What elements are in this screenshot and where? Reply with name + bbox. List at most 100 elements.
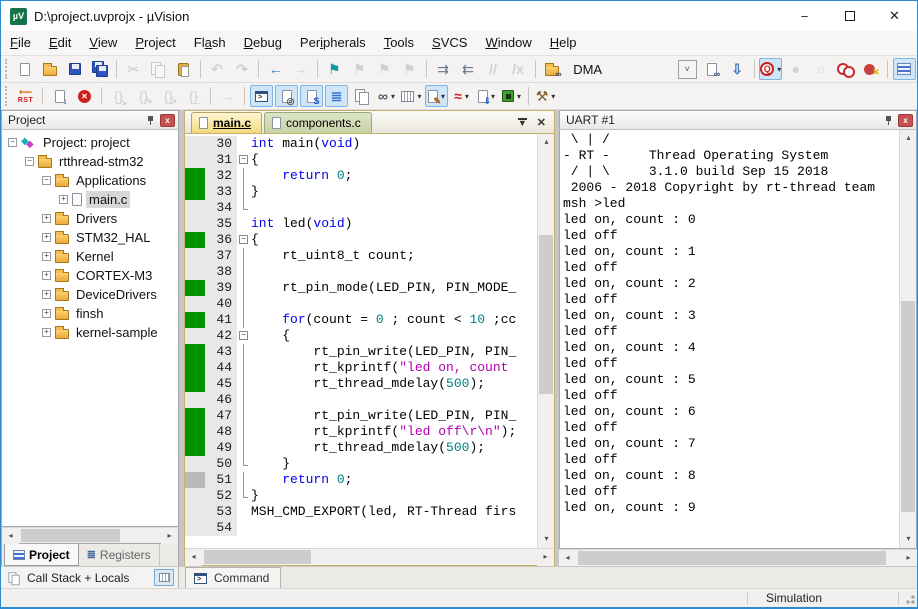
editor-vscrollbar[interactable]: ▴ ▾ xyxy=(537,134,554,548)
menu-svcs[interactable]: SVCS xyxy=(423,31,476,55)
unindent-button[interactable]: ⇇ xyxy=(457,58,480,80)
command-tab[interactable]: Command xyxy=(185,567,281,588)
tree-item-drivers[interactable]: +Drivers xyxy=(2,209,178,228)
tree-expander[interactable]: − xyxy=(42,176,51,185)
tree-expander[interactable]: + xyxy=(42,233,51,242)
fold-margin[interactable] xyxy=(237,280,251,296)
tree-item-rtthread-stm32[interactable]: −rtthread-stm32 xyxy=(2,152,178,171)
tree-item-label[interactable]: kernel-sample xyxy=(73,324,161,341)
fold-margin[interactable] xyxy=(237,312,251,328)
tree-expander[interactable]: − xyxy=(8,138,17,147)
tree-item-cortex-m3[interactable]: +CORTEX-M3 xyxy=(2,266,178,285)
fold-margin[interactable] xyxy=(237,184,251,200)
reset-button[interactable]: ⟵RST xyxy=(14,85,37,107)
fold-margin[interactable] xyxy=(237,392,251,408)
fold-margin[interactable] xyxy=(237,488,251,504)
symbol-window-button[interactable]: S xyxy=(300,85,323,107)
redo-button[interactable]: ↷ xyxy=(230,58,253,80)
clear-bookmarks-button[interactable]: ⚑ xyxy=(398,58,421,80)
code-text[interactable]: rt_thread_mdelay(500); xyxy=(251,440,537,456)
fold-margin[interactable] xyxy=(237,168,251,184)
code-text[interactable]: } xyxy=(251,184,537,200)
fold-margin[interactable] xyxy=(237,296,251,312)
navigate-back-button[interactable]: ← xyxy=(264,58,287,80)
tree-item-label[interactable]: Applications xyxy=(73,172,149,189)
tree-expander[interactable]: + xyxy=(42,328,51,337)
pin-icon[interactable] xyxy=(143,114,157,127)
uart-hscrollbar[interactable]: ◂ ▸ xyxy=(559,549,917,566)
tree-item-label[interactable]: CORTEX-M3 xyxy=(73,267,155,284)
navigate-forward-button[interactable]: → xyxy=(289,58,312,80)
scroll-down-icon[interactable]: ▾ xyxy=(900,531,917,548)
fold-margin[interactable] xyxy=(237,216,251,232)
indent-button[interactable]: ⇉ xyxy=(432,58,455,80)
menu-tools[interactable]: Tools xyxy=(375,31,423,55)
scroll-left-icon[interactable]: ◂ xyxy=(559,550,576,566)
fold-margin[interactable] xyxy=(237,424,251,440)
uart-vscrollbar[interactable]: ▴ ▾ xyxy=(899,130,916,548)
code-text[interactable]: MSH_CMD_EXPORT(led, RT-Thread firs xyxy=(251,504,537,520)
tree-item-devicedrivers[interactable]: + DeviceDrivers xyxy=(2,285,178,304)
logic-analyzer-button[interactable]: ≈▾ xyxy=(450,85,473,107)
tree-item-stm32-hal[interactable]: +STM32_HAL xyxy=(2,228,178,247)
comment-button[interactable]: // xyxy=(482,58,505,80)
find-combo-value[interactable]: DMA xyxy=(567,62,677,77)
fold-margin[interactable] xyxy=(237,248,251,264)
tree-item-project-project[interactable]: −◆◆Project: project xyxy=(2,133,178,152)
tree-item-label[interactable]: Project: project xyxy=(40,134,133,151)
scroll-up-icon[interactable]: ▴ xyxy=(538,134,554,151)
tree-item-label[interactable]: DeviceDrivers xyxy=(73,286,160,303)
new-file-button[interactable] xyxy=(13,58,36,80)
memory-windows-button[interactable]: ▾ xyxy=(400,85,423,107)
fold-margin[interactable] xyxy=(237,520,251,536)
resize-grip[interactable] xyxy=(901,590,917,606)
fold-margin[interactable] xyxy=(237,440,251,456)
fold-margin[interactable] xyxy=(237,376,251,392)
code-text[interactable]: return 0; xyxy=(251,168,537,184)
code-text[interactable]: for(count = 0 ; count < 10 ;cc xyxy=(251,312,537,328)
enable-breakpoint-button[interactable]: ○ xyxy=(809,58,832,80)
incremental-find-button[interactable]: ⇩ xyxy=(726,58,749,80)
code-text[interactable]: rt_uint8_t count; xyxy=(251,248,537,264)
scroll-up-icon[interactable]: ▴ xyxy=(900,130,917,147)
scroll-right-icon[interactable]: ▸ xyxy=(161,528,178,545)
serial-windows-button[interactable]: ≣ xyxy=(325,85,348,107)
disable-all-breakpoints-button[interactable] xyxy=(834,58,857,80)
tree-item-finsh[interactable]: +finsh xyxy=(2,304,178,323)
fold-margin[interactable] xyxy=(237,472,251,488)
code-text[interactable] xyxy=(251,264,537,280)
fold-margin[interactable] xyxy=(237,504,251,520)
tree-item-label[interactable]: rtthread-stm32 xyxy=(56,153,147,170)
toolbar-grip[interactable] xyxy=(5,59,9,79)
tree-expander[interactable]: + xyxy=(42,309,51,318)
undo-button[interactable]: ↶ xyxy=(205,58,228,80)
code-text[interactable] xyxy=(251,392,537,408)
menu-peripherals[interactable]: Peripherals xyxy=(291,31,375,55)
uart-output[interactable]: \ | /- RT - Thread Operating System / | … xyxy=(560,130,899,548)
disassembly-window-button[interactable]: ◎ xyxy=(275,85,298,107)
tools-menu-button[interactable]: ⚒▾ xyxy=(534,85,557,107)
fold-margin[interactable]: − xyxy=(237,328,251,344)
menu-debug[interactable]: Debug xyxy=(235,31,291,55)
tree-item-label[interactable]: Drivers xyxy=(73,210,120,227)
window-list-icon[interactable]: ▼ xyxy=(518,118,527,127)
tree-item-main-c[interactable]: +main.c xyxy=(2,190,178,209)
tree-expander[interactable]: + xyxy=(42,290,51,299)
previous-bookmark-button[interactable]: ⚑ xyxy=(373,58,396,80)
project-hscrollbar[interactable]: ◂ ▸ xyxy=(1,527,179,544)
tree-expander[interactable]: + xyxy=(42,252,51,261)
fold-margin[interactable] xyxy=(237,360,251,376)
code-text[interactable]: } xyxy=(251,456,537,472)
code-text[interactable]: int led(void) xyxy=(251,216,537,232)
scroll-right-icon[interactable]: ▸ xyxy=(900,550,917,566)
code-text[interactable] xyxy=(251,520,537,536)
chevron-down-icon[interactable]: ˅ xyxy=(678,60,697,79)
tree-item-kernel[interactable]: +Kernel xyxy=(2,247,178,266)
step-over-button[interactable]: {}↷ xyxy=(132,85,155,107)
close-document-icon[interactable]: ✕ xyxy=(537,116,546,129)
save-all-button[interactable] xyxy=(88,58,111,80)
command-window-button[interactable] xyxy=(250,85,273,107)
fold-margin[interactable] xyxy=(237,264,251,280)
minimize-button[interactable]: − xyxy=(782,2,827,31)
code-text[interactable]: rt_thread_mdelay(500); xyxy=(251,376,537,392)
